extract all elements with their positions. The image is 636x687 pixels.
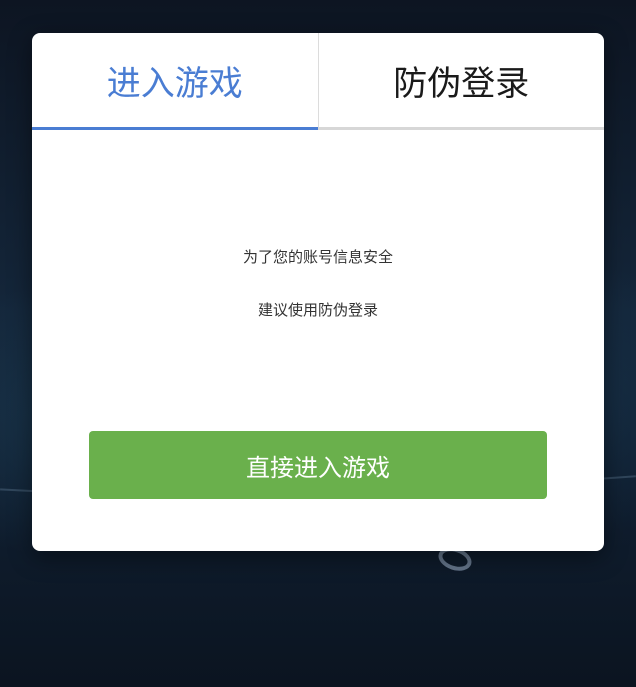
tab-bar: 进入游戏 防伪登录 xyxy=(32,33,604,130)
recommendation-message: 建议使用防伪登录 xyxy=(257,301,378,319)
login-dialog: 进入游戏 防伪登录 为了您的账号信息安全 建议使用防伪登录 直接进入游戏 xyxy=(32,33,604,551)
tab-anti-fake-login[interactable]: 防伪登录 xyxy=(317,33,605,127)
enter-game-button[interactable]: 直接进入游戏 xyxy=(89,431,547,499)
security-message: 为了您的账号信息安全 xyxy=(242,248,393,266)
tab-enter-game[interactable]: 进入游戏 xyxy=(32,33,318,130)
